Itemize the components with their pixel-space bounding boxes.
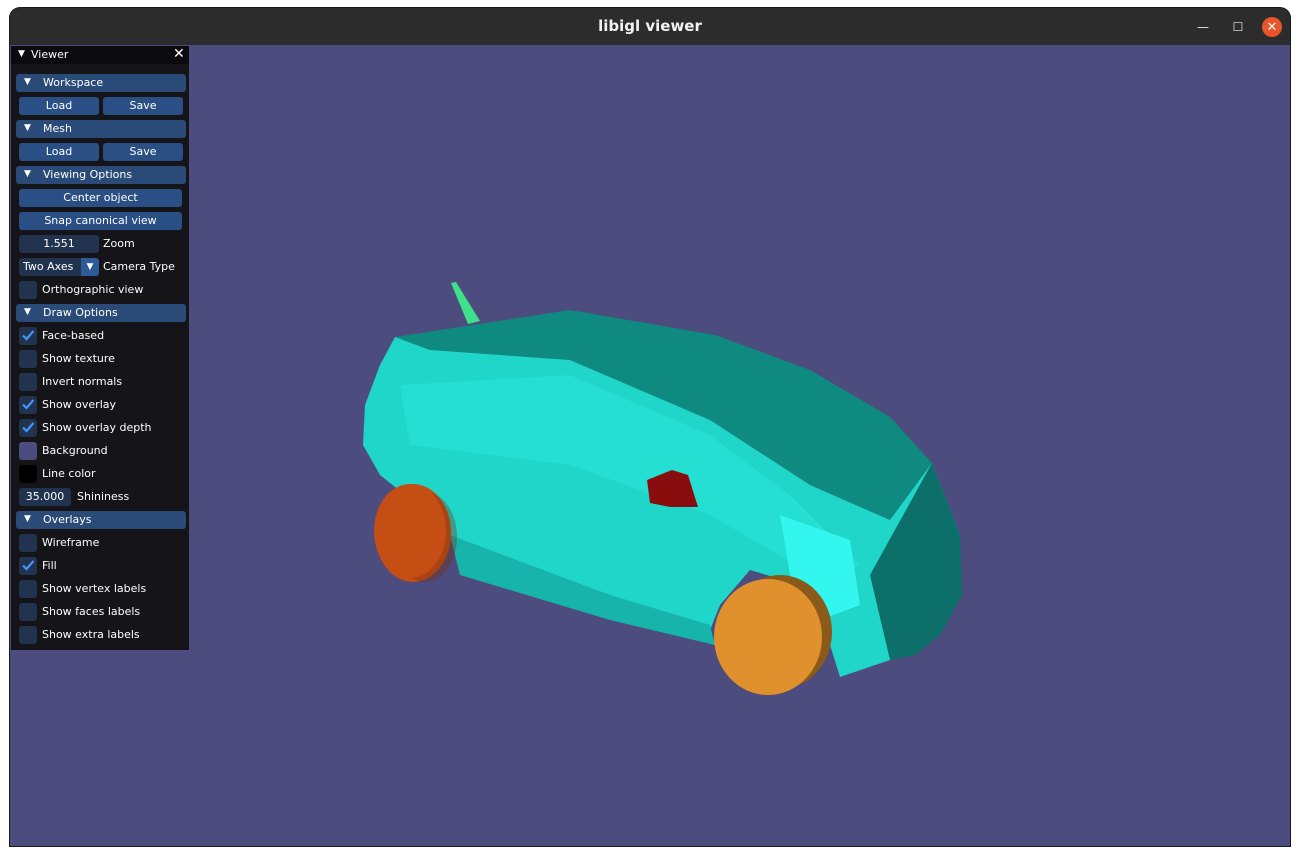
checkmark-icon [22,560,35,571]
orthographic-view-label: Orthographic view [42,283,144,296]
title-bar: libigl viewer — ☐ ✕ [10,8,1290,45]
section-workspace[interactable]: ▼ Workspace [16,74,186,92]
collapse-triangle-icon: ▼ [24,169,31,179]
face-based-checkbox[interactable] [19,327,37,345]
workspace-load-button[interactable]: Load [19,97,99,115]
section-mesh[interactable]: ▼ Mesh [16,120,186,138]
section-overlays[interactable]: ▼ Overlays [16,511,186,529]
close-button[interactable]: ✕ [1262,17,1282,37]
section-label: Viewing Options [43,168,133,181]
checkmark-icon [22,330,35,341]
front-wheel [714,579,822,695]
section-label: Mesh [43,122,72,135]
car-mesh-render [363,282,962,695]
collapse-triangle-icon: ▼ [24,307,31,317]
fill-checkbox[interactable] [19,557,37,575]
panel-title: Viewer [31,48,69,61]
checkmark-icon [22,422,35,433]
viewer-panel: ▼ Viewer ✕ ▼ Workspace Load Save ▼ Mesh … [11,46,189,650]
3d-viewport[interactable]: ▼ Viewer ✕ ▼ Workspace Load Save ▼ Mesh … [10,45,1290,846]
show-vertex-labels-label: Show vertex labels [42,582,147,595]
camera-type-value: Two Axes [23,260,74,273]
rear-wheel-face [374,484,446,578]
show-extra-labels-label: Show extra labels [42,628,140,641]
panel-header[interactable]: ▼ Viewer ✕ [11,46,189,64]
shininess-label: Shininess [77,490,130,503]
show-texture-label: Show texture [42,352,115,365]
orthographic-view-checkbox[interactable] [19,281,37,299]
show-overlay-depth-checkbox[interactable] [19,419,37,437]
section-label: Draw Options [43,306,118,319]
background-color-swatch[interactable] [19,442,37,460]
window-title: libigl viewer [598,17,702,35]
show-extra-labels-checkbox[interactable] [19,626,37,644]
workspace-save-button[interactable]: Save [103,97,183,115]
collapse-triangle-icon: ▼ [24,77,31,87]
show-faces-labels-label: Show faces labels [42,605,141,618]
minimize-button[interactable]: — [1193,17,1213,37]
face-based-label: Face-based [42,329,105,342]
line-color-swatch[interactable] [19,465,37,483]
zoom-input[interactable]: 1.551 [19,235,99,253]
zoom-label: Zoom [103,237,135,250]
section-label: Overlays [43,513,92,526]
app-window: libigl viewer — ☐ ✕ ▼ Viewer ✕ ▼ Workspa… [10,8,1290,846]
invert-normals-checkbox[interactable] [19,373,37,391]
collapse-triangle-icon: ▼ [24,123,31,133]
show-vertex-labels-checkbox[interactable] [19,580,37,598]
panel-close-icon[interactable]: ✕ [173,46,185,62]
wireframe-checkbox[interactable] [19,534,37,552]
section-draw-options[interactable]: ▼ Draw Options [16,304,186,322]
line-color-label: Line color [42,467,96,480]
maximize-button[interactable]: ☐ [1228,17,1248,37]
checkmark-icon [22,399,35,410]
show-overlay-label: Show overlay [42,398,117,411]
invert-normals-label: Invert normals [42,375,123,388]
wireframe-label: Wireframe [42,536,100,549]
car-antenna [451,282,480,324]
center-object-button[interactable]: Center object [19,189,182,207]
mesh-save-button[interactable]: Save [103,143,183,161]
background-label: Background [42,444,108,457]
dropdown-arrow-icon[interactable]: ▼ [81,258,99,276]
camera-type-select[interactable]: Two Axes ▼ [19,258,99,276]
snap-canonical-view-button[interactable]: Snap canonical view [19,212,182,230]
collapse-triangle-icon: ▼ [24,514,31,524]
show-overlay-checkbox[interactable] [19,396,37,414]
camera-type-label: Camera Type [103,260,175,273]
mesh-load-button[interactable]: Load [19,143,99,161]
show-faces-labels-checkbox[interactable] [19,603,37,621]
collapse-triangle-icon[interactable]: ▼ [18,49,25,59]
show-texture-checkbox[interactable] [19,350,37,368]
shininess-input[interactable]: 35.000 [19,488,71,506]
fill-label: Fill [42,559,57,572]
section-viewing-options[interactable]: ▼ Viewing Options [16,166,186,184]
show-overlay-depth-label: Show overlay depth [42,421,152,434]
section-label: Workspace [43,76,104,89]
